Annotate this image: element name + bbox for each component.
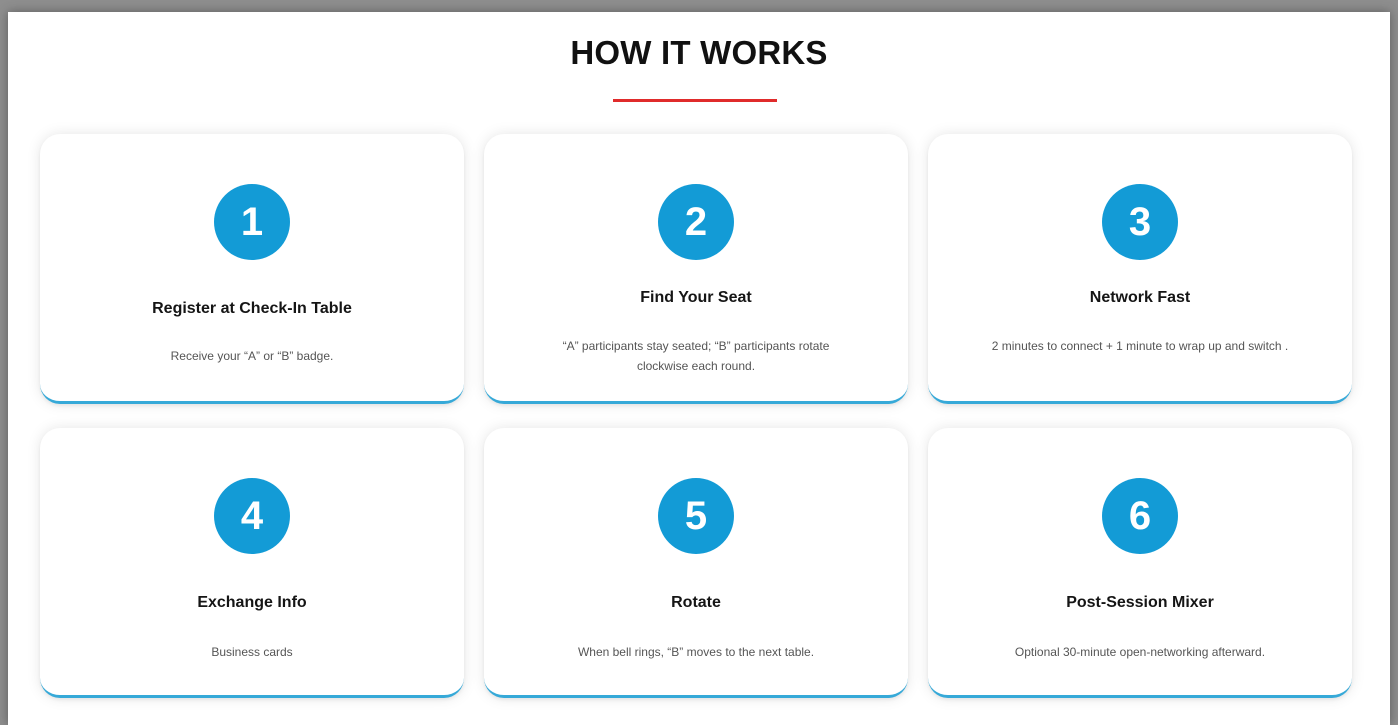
step-title: Exchange Info bbox=[197, 594, 307, 611]
step-number-badge: 4 bbox=[214, 478, 290, 554]
step-description: 2 minutes to connect + 1 minute to wrap … bbox=[991, 339, 1289, 353]
step-description: Business cards bbox=[211, 645, 293, 659]
how-it-works-section: HOW IT WORKS 1 Register at Check-In Tabl… bbox=[8, 12, 1390, 725]
step-title: Post-Session Mixer bbox=[1066, 594, 1214, 611]
title-underline bbox=[613, 99, 777, 102]
step-description: When bell rings, “B” moves to the next t… bbox=[577, 645, 815, 659]
step-title: Find Your Seat bbox=[640, 289, 752, 306]
step-description: “A” participants stay seated; “B” partic… bbox=[562, 339, 830, 373]
step-card-4: 4 Exchange Info Business cards bbox=[40, 428, 464, 698]
step-title: Register at Check-In Table bbox=[152, 300, 352, 317]
step-description: Receive your “A” or “B” badge. bbox=[170, 349, 334, 363]
step-card-6: 6 Post-Session Mixer Optional 30-minute … bbox=[928, 428, 1352, 698]
section-title: HOW IT WORKS bbox=[570, 34, 828, 71]
step-title: Rotate bbox=[671, 594, 721, 611]
step-card-2: 2 Find Your Seat “A” participants stay s… bbox=[484, 134, 908, 404]
step-number-badge: 2 bbox=[658, 184, 734, 260]
step-number-badge: 3 bbox=[1102, 184, 1178, 260]
step-card-3: 3 Network Fast 2 minutes to connect + 1 … bbox=[928, 134, 1352, 404]
step-number-badge: 6 bbox=[1102, 478, 1178, 554]
step-title: Network Fast bbox=[1089, 289, 1191, 306]
step-card-5: 5 Rotate When bell rings, “B” moves to t… bbox=[484, 428, 908, 698]
step-number-badge: 1 bbox=[214, 184, 290, 260]
step-description: Optional 30-minute open-networking after… bbox=[1014, 645, 1266, 659]
step-number-badge: 5 bbox=[658, 478, 734, 554]
step-card-1: 1 Register at Check-In Table Receive you… bbox=[40, 134, 464, 404]
